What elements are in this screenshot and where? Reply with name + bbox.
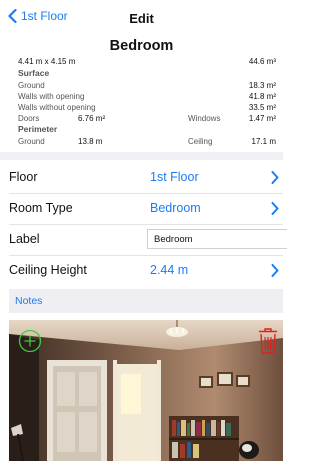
stat-row-ground: Ground 18.3 m² bbox=[18, 80, 276, 91]
label-field-label: Label bbox=[9, 232, 40, 246]
stat-row-perimeter: Ground 13.8 m Ceiling 17.1 m bbox=[18, 136, 276, 147]
trash-icon[interactable] bbox=[257, 327, 279, 355]
section-separator bbox=[0, 152, 283, 160]
perimeter-heading: Perimeter bbox=[18, 124, 58, 134]
plus-circle-icon[interactable] bbox=[18, 329, 42, 353]
walls-with-opening-label: Walls with opening bbox=[18, 92, 85, 101]
nav-title: Edit bbox=[129, 11, 154, 26]
ceiling-height-row[interactable]: Ceiling Height 2.44 m bbox=[0, 255, 283, 285]
volume-value: 44.6 m³ bbox=[248, 57, 276, 66]
chevron-right-icon[interactable] bbox=[271, 264, 279, 277]
windows-value: 1.47 m² bbox=[248, 114, 276, 123]
stat-row-doors-windows: Doors 6.76 m² Windows 1.47 m² bbox=[18, 113, 276, 124]
walls-without-opening-label: Walls without opening bbox=[18, 103, 96, 112]
dimensions-value: 4.41 m x 4.15 m bbox=[18, 57, 76, 66]
ground-label: Ground bbox=[18, 81, 45, 90]
notes-field[interactable]: Notes bbox=[9, 289, 283, 313]
navigation-bar: 1st Floor Edit bbox=[0, 0, 283, 36]
label-input[interactable] bbox=[147, 229, 287, 249]
stat-row-dimensions: 4.41 m x 4.15 m 44.6 m³ bbox=[18, 56, 276, 67]
label-row: Label bbox=[0, 224, 287, 254]
surface-heading: Surface bbox=[18, 68, 50, 78]
room-photo-image bbox=[9, 320, 283, 461]
ceiling-value: 17.1 m bbox=[251, 137, 276, 146]
walls-with-opening-value: 41.8 m² bbox=[248, 92, 276, 101]
room-type-label: Room Type bbox=[9, 201, 73, 215]
stat-row-walls-without-opening: Walls without opening 33.5 m² bbox=[18, 102, 276, 113]
ground-value: 18.3 m² bbox=[248, 81, 276, 90]
doors-label: Doors bbox=[18, 114, 40, 123]
room-name: Bedroom bbox=[109, 38, 174, 54]
doors-value: 6.76 m² bbox=[78, 114, 106, 123]
walls-without-opening-value: 33.5 m² bbox=[248, 103, 276, 112]
notes-label: Notes bbox=[15, 295, 43, 307]
stat-row-surface-heading: Surface bbox=[18, 68, 276, 79]
ceiling-height-value[interactable]: 2.44 m bbox=[150, 263, 188, 277]
floor-value[interactable]: 1st Floor bbox=[150, 170, 199, 184]
stat-row-walls-with-opening: Walls with opening 41.8 m² bbox=[18, 91, 276, 102]
ceiling-height-label: Ceiling Height bbox=[9, 263, 87, 277]
ceiling-label: Ceiling bbox=[188, 137, 213, 146]
room-type-value[interactable]: Bedroom bbox=[150, 201, 201, 215]
perimeter-ground-value: 13.8 m bbox=[78, 137, 103, 146]
floor-row[interactable]: Floor 1st Floor bbox=[0, 162, 283, 192]
stat-row-perimeter-heading: Perimeter bbox=[18, 124, 276, 135]
room-type-row[interactable]: Room Type Bedroom bbox=[0, 193, 283, 223]
windows-label: Windows bbox=[188, 114, 221, 123]
floor-label: Floor bbox=[9, 170, 38, 184]
chevron-right-icon[interactable] bbox=[271, 202, 279, 215]
perimeter-ground-label: Ground bbox=[18, 137, 45, 146]
room-photo[interactable] bbox=[9, 320, 283, 461]
chevron-right-icon[interactable] bbox=[271, 171, 279, 184]
